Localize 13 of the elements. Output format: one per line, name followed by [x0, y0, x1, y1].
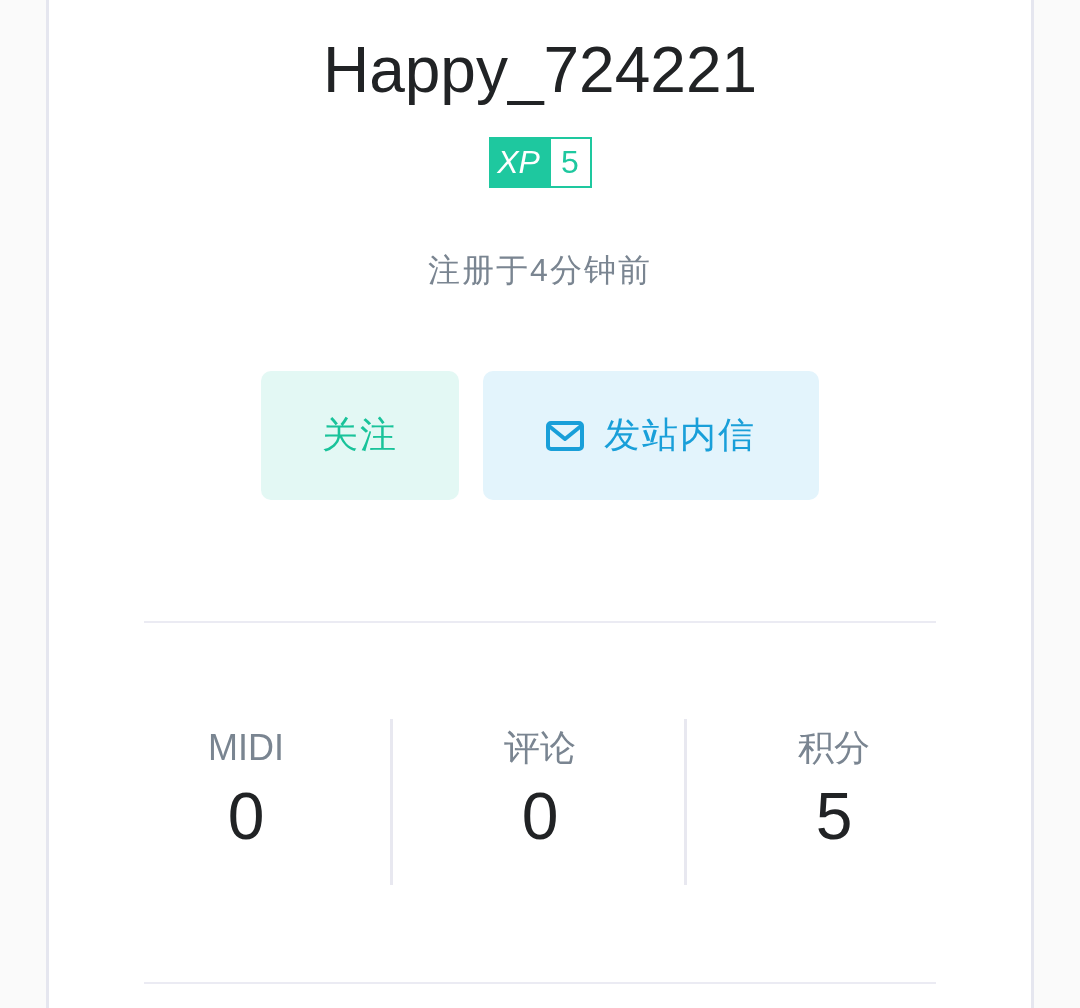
username: Happy_724221	[322, 33, 758, 108]
registration-time: 注册于4分钟前	[428, 251, 652, 290]
stat-value: 0	[227, 778, 265, 855]
mail-icon	[546, 420, 584, 451]
stat-label: 积分	[798, 728, 870, 768]
stat-value: 0	[521, 778, 559, 855]
xp-label: XP	[488, 137, 549, 188]
xp-value: 5	[548, 137, 592, 188]
stat-label: MIDI	[208, 728, 284, 768]
message-button[interactable]: 发站内信	[483, 371, 819, 500]
stat-label: 评论	[504, 728, 576, 768]
follow-button[interactable]: 关注	[261, 371, 459, 500]
stat-value: 5	[815, 778, 853, 855]
